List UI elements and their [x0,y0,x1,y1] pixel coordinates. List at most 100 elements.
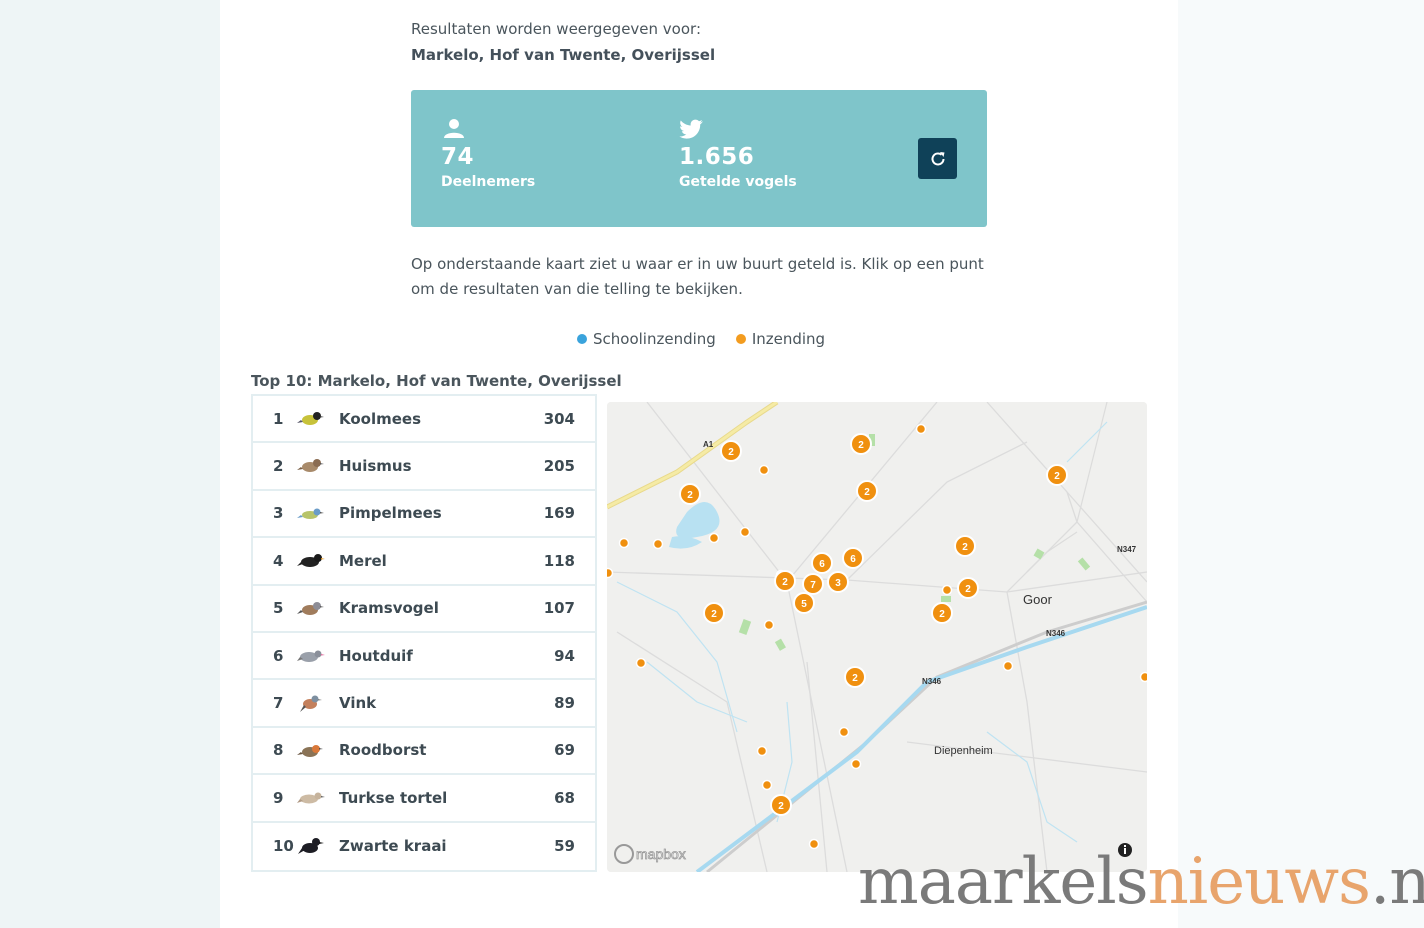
table-row[interactable]: 4 Merel 118 [253,538,595,586]
map-legend: Schoolinzending Inzending [577,330,845,348]
row-rank: 8 [273,741,284,760]
map-point[interactable] [850,758,862,770]
map-cluster[interactable]: 2 [720,440,742,462]
stats-card: 74 Deelnemers 1.656 Getelde vogels [411,90,987,227]
map-point[interactable] [941,584,953,596]
table-row[interactable]: 2 Huismus 205 [253,443,595,491]
row-count: 68 [554,788,575,807]
row-rank: 10 [273,837,294,856]
map-point[interactable] [635,657,647,669]
row-count: 169 [543,504,575,523]
vink-icon [300,695,322,713]
watermark-part-1: maarkels [858,845,1149,919]
map-cluster[interactable]: 2 [850,433,872,455]
map-cluster[interactable]: 2 [774,570,796,592]
results-for: Resultaten worden weergegeven voor: Mark… [411,16,715,68]
table-row[interactable]: 8 Roodborst 69 [253,728,595,776]
merel-icon [297,554,325,568]
row-species: Huismus [339,457,412,476]
participants-label: Deelnemers [441,174,536,190]
map-point[interactable] [618,537,630,549]
row-rank: 5 [273,599,284,618]
table-row[interactable]: 10 Zwarte kraai 59 [253,823,595,870]
row-species: Houtduif [339,646,413,665]
table-row[interactable]: 7 Vink 89 [253,680,595,728]
svg-text:2: 2 [778,801,784,812]
map-cluster[interactable]: 2 [703,602,725,624]
map-point[interactable] [761,779,773,791]
map-point[interactable] [607,567,614,579]
row-rank: 7 [273,694,284,713]
row-rank: 3 [273,504,284,523]
map-cluster[interactable]: 2 [931,602,953,624]
map-cluster[interactable]: 2 [1046,464,1068,486]
map-point[interactable] [739,526,751,538]
birds-label: Getelde vogels [679,174,797,190]
legend-submission-label: Inzending [751,330,826,348]
map-cluster[interactable]: 2 [679,483,701,505]
map-cluster[interactable]: 5 [793,592,815,614]
map-cluster[interactable]: 6 [842,547,864,569]
map-cluster[interactable]: 2 [844,666,866,688]
svg-text:2: 2 [864,487,870,498]
refresh-icon [931,151,944,165]
row-count: 107 [543,599,575,618]
top10-title: Top 10: Markelo, Hof van Twente, Overijs… [251,372,622,390]
svg-text:2: 2 [711,609,717,620]
label-diepenheim: Diepenheim [934,745,993,757]
map-point[interactable] [838,726,850,738]
svg-text:2: 2 [939,609,945,620]
birds-count: 1.656 [679,144,755,170]
row-count: 94 [554,646,575,665]
map-cluster[interactable]: 2 [957,577,979,599]
svg-text:2: 2 [687,490,693,501]
map-point[interactable] [652,538,664,550]
row-rank: 9 [273,788,284,807]
row-species: Roodborst [339,741,427,760]
map-cluster[interactable]: 3 [827,571,849,593]
row-rank: 2 [273,457,284,476]
map-point[interactable] [1139,671,1148,683]
map-point[interactable] [758,464,770,476]
refresh-button[interactable] [918,138,957,179]
svg-text:7: 7 [810,580,816,591]
map-cluster[interactable]: 2 [954,535,976,557]
map-cluster[interactable]: 7 [802,573,824,595]
table-row[interactable]: 9 Turkse tortel 68 [253,775,595,823]
legend-item-submission: Inzending [735,330,826,348]
svg-text:6: 6 [819,559,825,570]
page-background-left [0,0,220,928]
svg-text:2: 2 [965,584,971,595]
row-species: Vink [339,694,377,713]
map-cluster[interactable]: 2 [856,480,878,502]
map[interactable]: A1 N347 N346 N346 Goor Diepenheim 2 2 2 … [607,402,1147,872]
row-rank: 6 [273,646,284,665]
table-row[interactable]: 3 Pimpelmees 169 [253,491,595,539]
kramsvogel-icon [297,601,324,615]
legend-school-label: Schoolinzending [593,330,716,348]
top10-table: 1 Koolmees 304 2 Huismus 205 3 Pimpelmee… [251,394,597,872]
person-icon [444,119,464,138]
page-background-right [1178,0,1424,928]
participants-stat: 74 Deelnemers [441,118,535,190]
map-point[interactable] [708,532,720,544]
table-row[interactable]: 5 Kramsvogel 107 [253,586,595,633]
row-species: Koolmees [339,409,422,428]
row-count: 118 [543,551,575,570]
turkse-tortel-icon [297,792,325,804]
table-row[interactable]: 6 Houtduif 94 [253,633,595,681]
map-point[interactable] [808,838,820,850]
map-cluster[interactable]: 2 [770,794,792,816]
map-point[interactable] [1002,660,1014,672]
svg-text:2: 2 [782,577,788,588]
map-point[interactable] [756,745,768,757]
submission-dot-icon [735,334,746,344]
koolmees-icon [297,412,324,425]
table-row[interactable]: 1 Koolmees 304 [253,396,595,444]
svg-text:3: 3 [835,578,841,589]
row-count: 59 [554,837,575,856]
map-point[interactable] [763,619,775,631]
map-point[interactable] [915,423,927,435]
map-canvas[interactable]: A1 N347 N346 N346 Goor Diepenheim 2 2 2 … [607,402,1147,872]
map-cluster[interactable]: 6 [811,552,833,574]
